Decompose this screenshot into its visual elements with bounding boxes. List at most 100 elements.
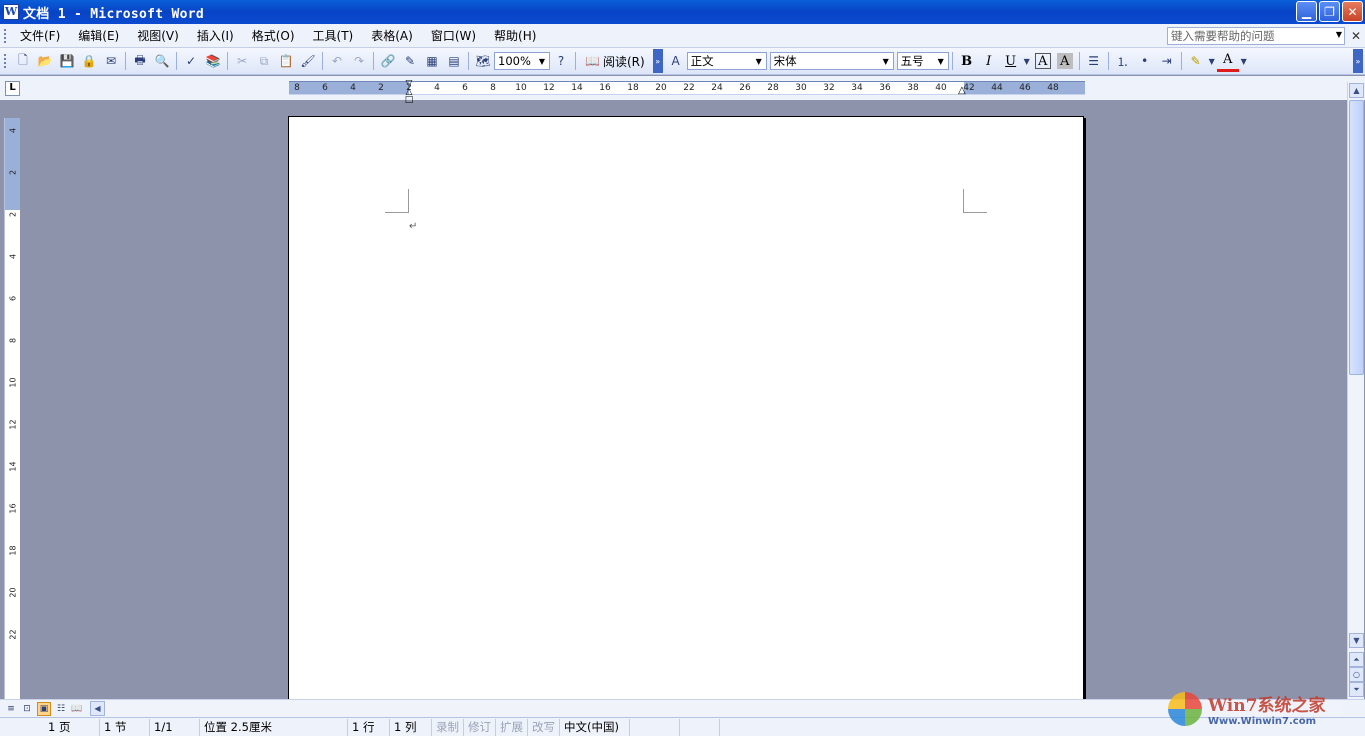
redo-icon[interactable]: ↷ [348, 50, 370, 72]
normal-view-icon[interactable]: ≡ [4, 702, 18, 716]
ruler-tick-label: 14 [571, 83, 582, 93]
menubar-grip[interactable] [4, 29, 7, 43]
toolbar-options-icon[interactable]: » [653, 49, 663, 73]
right-indent-icon[interactable]: △ [958, 85, 966, 96]
vertical-ruler-tick-label: 2 [9, 166, 18, 180]
underline-button[interactable]: U [1000, 50, 1022, 72]
bullets-icon[interactable]: • [1134, 50, 1156, 72]
status-extend[interactable]: 扩展 [496, 719, 528, 736]
font-color-button[interactable]: A [1217, 50, 1239, 72]
scroll-left-icon[interactable]: ◀ [90, 701, 105, 716]
menu-help[interactable]: 帮助(H) [486, 27, 546, 44]
print-layout-view-icon[interactable]: ▣ [37, 702, 51, 716]
outline-view-icon[interactable]: ☷ [54, 702, 68, 716]
research-icon[interactable]: 📚 [202, 50, 224, 72]
style-select[interactable]: 正文 ▼ [687, 52, 767, 70]
horizontal-ruler[interactable]: 8642246810121416182022242628303234363840… [289, 81, 1085, 95]
font-size-select[interactable]: 五号 ▼ [897, 52, 949, 70]
document-map-icon[interactable]: 🗺 [472, 50, 494, 72]
chevron-down-icon: ▼ [880, 54, 892, 68]
bold-button[interactable]: B [956, 50, 978, 72]
status-record[interactable]: 录制 [432, 719, 464, 736]
italic-button[interactable]: I [978, 50, 1000, 72]
print-preview-icon[interactable]: 🔍 [151, 50, 173, 72]
vertical-scroll-thumb[interactable] [1349, 100, 1364, 375]
scroll-up-icon[interactable]: ▲ [1349, 83, 1364, 98]
indent-markers-icon[interactable]: ▽△□ [404, 80, 414, 98]
reading-layout-view-icon[interactable]: 📖 [70, 702, 84, 716]
ruler-tick-label: 24 [711, 83, 722, 93]
menu-tools[interactable]: 工具(T) [305, 27, 364, 44]
zoom-select[interactable]: 100% ▼ [494, 52, 550, 70]
insert-excel-icon[interactable]: ▤ [443, 50, 465, 72]
help-icon[interactable]: ? [550, 50, 572, 72]
select-browse-object-icon[interactable]: ○ [1349, 667, 1364, 682]
permission-icon[interactable]: 🔒 [78, 50, 100, 72]
increase-indent-icon[interactable]: ⇥ [1156, 50, 1178, 72]
character-shading-button[interactable]: A [1057, 53, 1073, 69]
font-select[interactable]: 宋体 ▼ [770, 52, 894, 70]
numbering-icon[interactable]: ⒈ [1112, 50, 1134, 72]
toolbar-separator [575, 52, 576, 70]
toolbar-grip[interactable] [4, 54, 7, 68]
align-center-icon[interactable]: ☰ [1083, 50, 1105, 72]
menu-window[interactable]: 窗口(W) [423, 27, 486, 44]
title-bar[interactable]: W 文档 1 - Microsoft Word ▁ ❐ ✕ [0, 0, 1365, 24]
styles-formatting-icon[interactable]: A [665, 50, 687, 72]
help-question-input[interactable]: 键入需要帮助的问题 ▼ [1167, 27, 1345, 45]
status-overtype[interactable]: 改写 [528, 719, 560, 736]
vertical-ruler[interactable]: 42246810121416182022 [4, 118, 20, 700]
highlight-icon[interactable]: ✎ [1185, 50, 1207, 72]
cut-icon[interactable]: ✂ [231, 50, 253, 72]
tables-borders-icon[interactable]: ✎ [399, 50, 421, 72]
status-section: 1 节 [100, 719, 150, 736]
chevron-down-icon[interactable]: ▼ [1239, 50, 1249, 72]
hyperlink-icon[interactable]: 🔗 [377, 50, 399, 72]
print-icon[interactable]: 🖶 [129, 50, 151, 72]
watermark-text: Win7系统之家 Www.Winwin7.com [1208, 691, 1325, 727]
ruler-tick-label: 40 [935, 83, 946, 93]
document-page[interactable]: ↵ [288, 116, 1084, 716]
font-value: 宋体 [774, 53, 797, 69]
chevron-down-icon[interactable]: ▼ [1207, 50, 1217, 72]
menu-edit[interactable]: 编辑(E) [70, 27, 129, 44]
insert-table-icon[interactable]: ▦ [421, 50, 443, 72]
email-icon[interactable]: ✉ [100, 50, 122, 72]
chevron-down-icon[interactable]: ▼ [1022, 50, 1032, 72]
copy-icon[interactable]: ⧉ [253, 50, 275, 72]
restore-button[interactable]: ❐ [1319, 1, 1340, 22]
word-app-icon[interactable]: W [3, 4, 19, 20]
spelling-icon[interactable]: ✓ [180, 50, 202, 72]
ruler-tick-label: 6 [322, 83, 328, 93]
character-border-button[interactable]: A [1035, 53, 1051, 69]
menu-view[interactable]: 视图(V) [129, 27, 189, 44]
menu-insert[interactable]: 插入(I) [189, 27, 244, 44]
document-close-icon[interactable]: ✕ [1351, 29, 1361, 43]
windows-logo-icon [1168, 692, 1202, 726]
vertical-ruler-tick-label: 4 [9, 124, 18, 138]
menu-table[interactable]: 表格(A) [363, 27, 423, 44]
new-document-icon[interactable]: 🗋 [12, 50, 34, 72]
paste-icon[interactable]: 📋 [275, 50, 297, 72]
close-button[interactable]: ✕ [1342, 1, 1363, 22]
horizontal-scrollbar[interactable]: ◀ [90, 701, 1340, 717]
web-layout-view-icon[interactable]: ⊡ [20, 702, 34, 716]
toolbar-options-icon[interactable]: » [1353, 49, 1363, 73]
vertical-scrollbar[interactable]: ▲ ▼ ⏶ ○ ⏷ [1347, 82, 1364, 700]
previous-page-icon[interactable]: ⏶ [1349, 652, 1364, 667]
read-button[interactable]: 📖 阅读(R) [579, 53, 651, 70]
minimize-button[interactable]: ▁ [1296, 1, 1317, 22]
undo-icon[interactable]: ↶ [326, 50, 348, 72]
vertical-ruler-tick-label: 16 [9, 502, 18, 516]
chevron-down-icon[interactable]: ▼ [1336, 30, 1342, 39]
format-painter-icon[interactable]: 🖌 [297, 50, 319, 72]
status-track-changes[interactable]: 修订 [464, 719, 496, 736]
open-folder-icon[interactable]: 📂 [34, 50, 56, 72]
save-icon[interactable]: 💾 [56, 50, 78, 72]
menu-format[interactable]: 格式(O) [244, 27, 305, 44]
ruler-tick-label: 4 [350, 83, 356, 93]
tab-selector[interactable]: L [5, 81, 20, 96]
menu-file[interactable]: 文件(F) [12, 27, 70, 44]
scroll-down-icon[interactable]: ▼ [1349, 633, 1364, 648]
status-language: 中文(中国) [560, 719, 630, 736]
